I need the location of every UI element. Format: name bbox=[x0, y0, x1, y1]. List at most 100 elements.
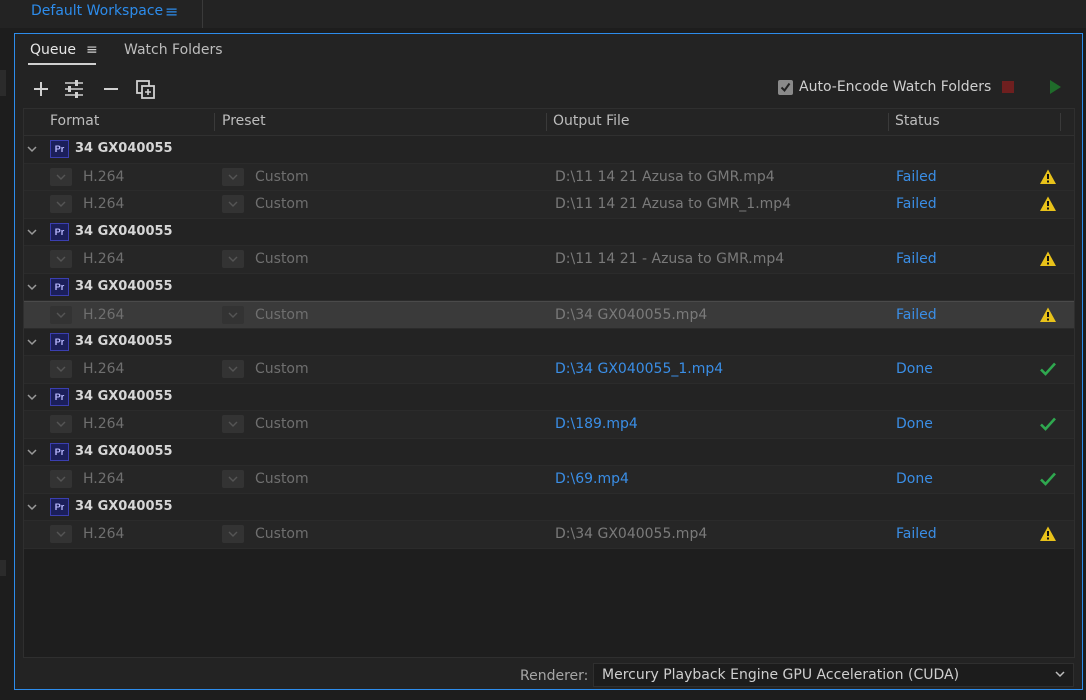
chevron-down-icon[interactable] bbox=[27, 445, 37, 455]
status-value[interactable]: Failed bbox=[896, 251, 937, 267]
format-value: H.264 bbox=[83, 251, 125, 267]
output-file-link[interactable]: D:\69.mp4 bbox=[555, 471, 629, 487]
chevron-down-icon[interactable] bbox=[27, 280, 37, 290]
renderer-select[interactable]: Mercury Playback Engine GPU Acceleration… bbox=[593, 663, 1074, 687]
preset-dropdown[interactable] bbox=[222, 195, 244, 213]
preset-dropdown[interactable] bbox=[222, 306, 244, 324]
start-queue-button[interactable] bbox=[1050, 80, 1061, 94]
column-divider[interactable] bbox=[1060, 113, 1061, 131]
table-row[interactable]: H.264 Custom D:\34 GX040055.mp4 Failed bbox=[24, 521, 1074, 549]
chevron-down-icon[interactable] bbox=[27, 335, 37, 345]
checkmark-icon bbox=[1039, 470, 1057, 488]
preset-value[interactable]: Custom bbox=[255, 169, 309, 185]
format-dropdown[interactable] bbox=[50, 360, 72, 378]
column-divider[interactable] bbox=[888, 113, 889, 131]
format-dropdown[interactable] bbox=[50, 415, 72, 433]
table-row[interactable]: H.264 Custom D:\34 GX040055_1.mp4 Done bbox=[24, 356, 1074, 384]
auto-encode-checkbox[interactable] bbox=[778, 79, 793, 95]
column-status[interactable]: Status bbox=[895, 113, 940, 129]
format-dropdown[interactable] bbox=[50, 250, 72, 268]
queue-group[interactable]: Pr 34 GX040055 bbox=[24, 218, 1074, 246]
divider bbox=[202, 0, 203, 28]
warning-icon[interactable] bbox=[1039, 195, 1057, 213]
queue-group[interactable]: Pr 34 GX040055 bbox=[24, 136, 1074, 164]
warning-icon[interactable] bbox=[1039, 525, 1057, 543]
chevron-down-icon[interactable] bbox=[27, 142, 37, 153]
preset-value[interactable]: Custom bbox=[255, 307, 309, 323]
output-file-link[interactable]: D:\34 GX040055.mp4 bbox=[555, 526, 707, 542]
format-dropdown[interactable] bbox=[50, 167, 72, 186]
premiere-pro-icon: Pr bbox=[50, 222, 69, 241]
hamburger-icon[interactable]: ≡ bbox=[165, 2, 178, 21]
preset-value[interactable]: Custom bbox=[255, 196, 309, 212]
duplicate-icon[interactable] bbox=[135, 79, 155, 99]
tab-menu-icon[interactable]: ≡ bbox=[86, 42, 98, 58]
table-row[interactable]: H.264 Custom D:\11 14 21 Azusa to GMR_1.mp… bbox=[24, 191, 1074, 219]
output-file-link[interactable]: D:\11 14 21 Azusa to GMR.mp4 bbox=[555, 169, 775, 185]
format-dropdown[interactable] bbox=[50, 306, 72, 324]
queue-group[interactable]: Pr 34 GX040055 bbox=[24, 328, 1074, 356]
group-source-name: 34 GX040055 bbox=[75, 443, 173, 459]
chevron-down-icon[interactable] bbox=[27, 500, 37, 510]
output-file-link[interactable]: D:\34 GX040055_1.mp4 bbox=[555, 361, 723, 377]
table-row[interactable]: H.264 Custom D:\34 GX040055.mp4 Failed bbox=[24, 301, 1074, 329]
preset-value[interactable]: Custom bbox=[255, 361, 309, 377]
stop-queue-button[interactable] bbox=[1002, 81, 1014, 93]
warning-icon[interactable] bbox=[1039, 306, 1057, 324]
auto-encode-option[interactable]: Auto-Encode Watch Folders bbox=[778, 79, 991, 95]
preset-dropdown[interactable] bbox=[222, 250, 244, 268]
preset-value[interactable]: Custom bbox=[255, 416, 309, 432]
status-value[interactable]: Failed bbox=[896, 526, 937, 542]
preset-dropdown[interactable] bbox=[222, 167, 244, 186]
column-divider[interactable] bbox=[546, 113, 547, 131]
format-dropdown[interactable] bbox=[50, 525, 72, 543]
warning-icon[interactable] bbox=[1039, 250, 1057, 268]
workspace-bar: Default Workspace ≡ bbox=[0, 0, 1086, 28]
preset-value[interactable]: Custom bbox=[255, 526, 309, 542]
remove-icon[interactable] bbox=[101, 79, 121, 99]
settings-sliders-icon[interactable] bbox=[63, 79, 83, 99]
table-row[interactable]: H.264 Custom D:\11 14 21 Azusa to GMR.mp4 F… bbox=[24, 163, 1074, 191]
preset-dropdown[interactable] bbox=[222, 470, 244, 488]
group-source-name: 34 GX040055 bbox=[75, 498, 173, 514]
workspace-title[interactable]: Default Workspace bbox=[31, 3, 163, 19]
group-source-name: 34 GX040055 bbox=[75, 388, 173, 404]
auto-encode-label: Auto-Encode Watch Folders bbox=[799, 79, 992, 95]
add-icon[interactable] bbox=[31, 79, 51, 99]
column-preset[interactable]: Preset bbox=[222, 113, 266, 129]
status-value[interactable]: Failed bbox=[896, 307, 937, 323]
format-dropdown[interactable] bbox=[50, 470, 72, 488]
preset-dropdown[interactable] bbox=[222, 415, 244, 433]
queue-rows: Pr 34 GX040055 H.264 Custom D:\11 14 21 Azus… bbox=[24, 136, 1074, 549]
active-tab-indicator bbox=[28, 63, 96, 65]
column-output-file[interactable]: Output File bbox=[553, 113, 630, 129]
queue-group[interactable]: Pr 34 GX040055 bbox=[24, 493, 1074, 521]
renderer-value: Mercury Playback Engine GPU Acceleration… bbox=[602, 667, 960, 683]
chevron-down-icon[interactable] bbox=[27, 390, 37, 400]
preset-value[interactable]: Custom bbox=[255, 251, 309, 267]
output-file-link[interactable]: D:\34 GX040055.mp4 bbox=[555, 307, 707, 323]
column-format[interactable]: Format bbox=[50, 113, 99, 129]
output-file-link[interactable]: D:\11 14 21 Azusa to GMR_1.mp4 bbox=[555, 196, 791, 212]
tab-queue[interactable]: Queue bbox=[30, 42, 76, 58]
status-value[interactable]: Failed bbox=[896, 169, 937, 185]
preset-dropdown[interactable] bbox=[222, 360, 244, 378]
column-divider[interactable] bbox=[214, 113, 215, 131]
table-row[interactable]: H.264 Custom D:\11 14 21 - Azusa to GMR.mp… bbox=[24, 246, 1074, 274]
chevron-down-icon[interactable] bbox=[27, 225, 37, 235]
group-source-name: 34 GX040055 bbox=[75, 141, 173, 156]
queue-group[interactable]: Pr 34 GX040055 bbox=[24, 383, 1074, 411]
table-row[interactable]: H.264 Custom D:\69.mp4 Done bbox=[24, 466, 1074, 494]
tab-watch-folders[interactable]: Watch Folders bbox=[124, 42, 223, 58]
format-dropdown[interactable] bbox=[50, 195, 72, 213]
status-value[interactable]: Failed bbox=[896, 196, 937, 212]
warning-icon[interactable] bbox=[1039, 168, 1057, 186]
output-file-link[interactable]: D:\189.mp4 bbox=[555, 416, 638, 432]
queue-group[interactable]: Pr 34 GX040055 bbox=[24, 438, 1074, 466]
preset-value[interactable]: Custom bbox=[255, 471, 309, 487]
output-file-link[interactable]: D:\11 14 21 - Azusa to GMR.mp4 bbox=[555, 251, 784, 267]
preset-dropdown[interactable] bbox=[222, 525, 244, 543]
table-row[interactable]: H.264 Custom D:\189.mp4 Done bbox=[24, 411, 1074, 439]
group-source-name: 34 GX040055 bbox=[75, 223, 173, 239]
queue-group[interactable]: Pr 34 GX040055 bbox=[24, 273, 1074, 301]
